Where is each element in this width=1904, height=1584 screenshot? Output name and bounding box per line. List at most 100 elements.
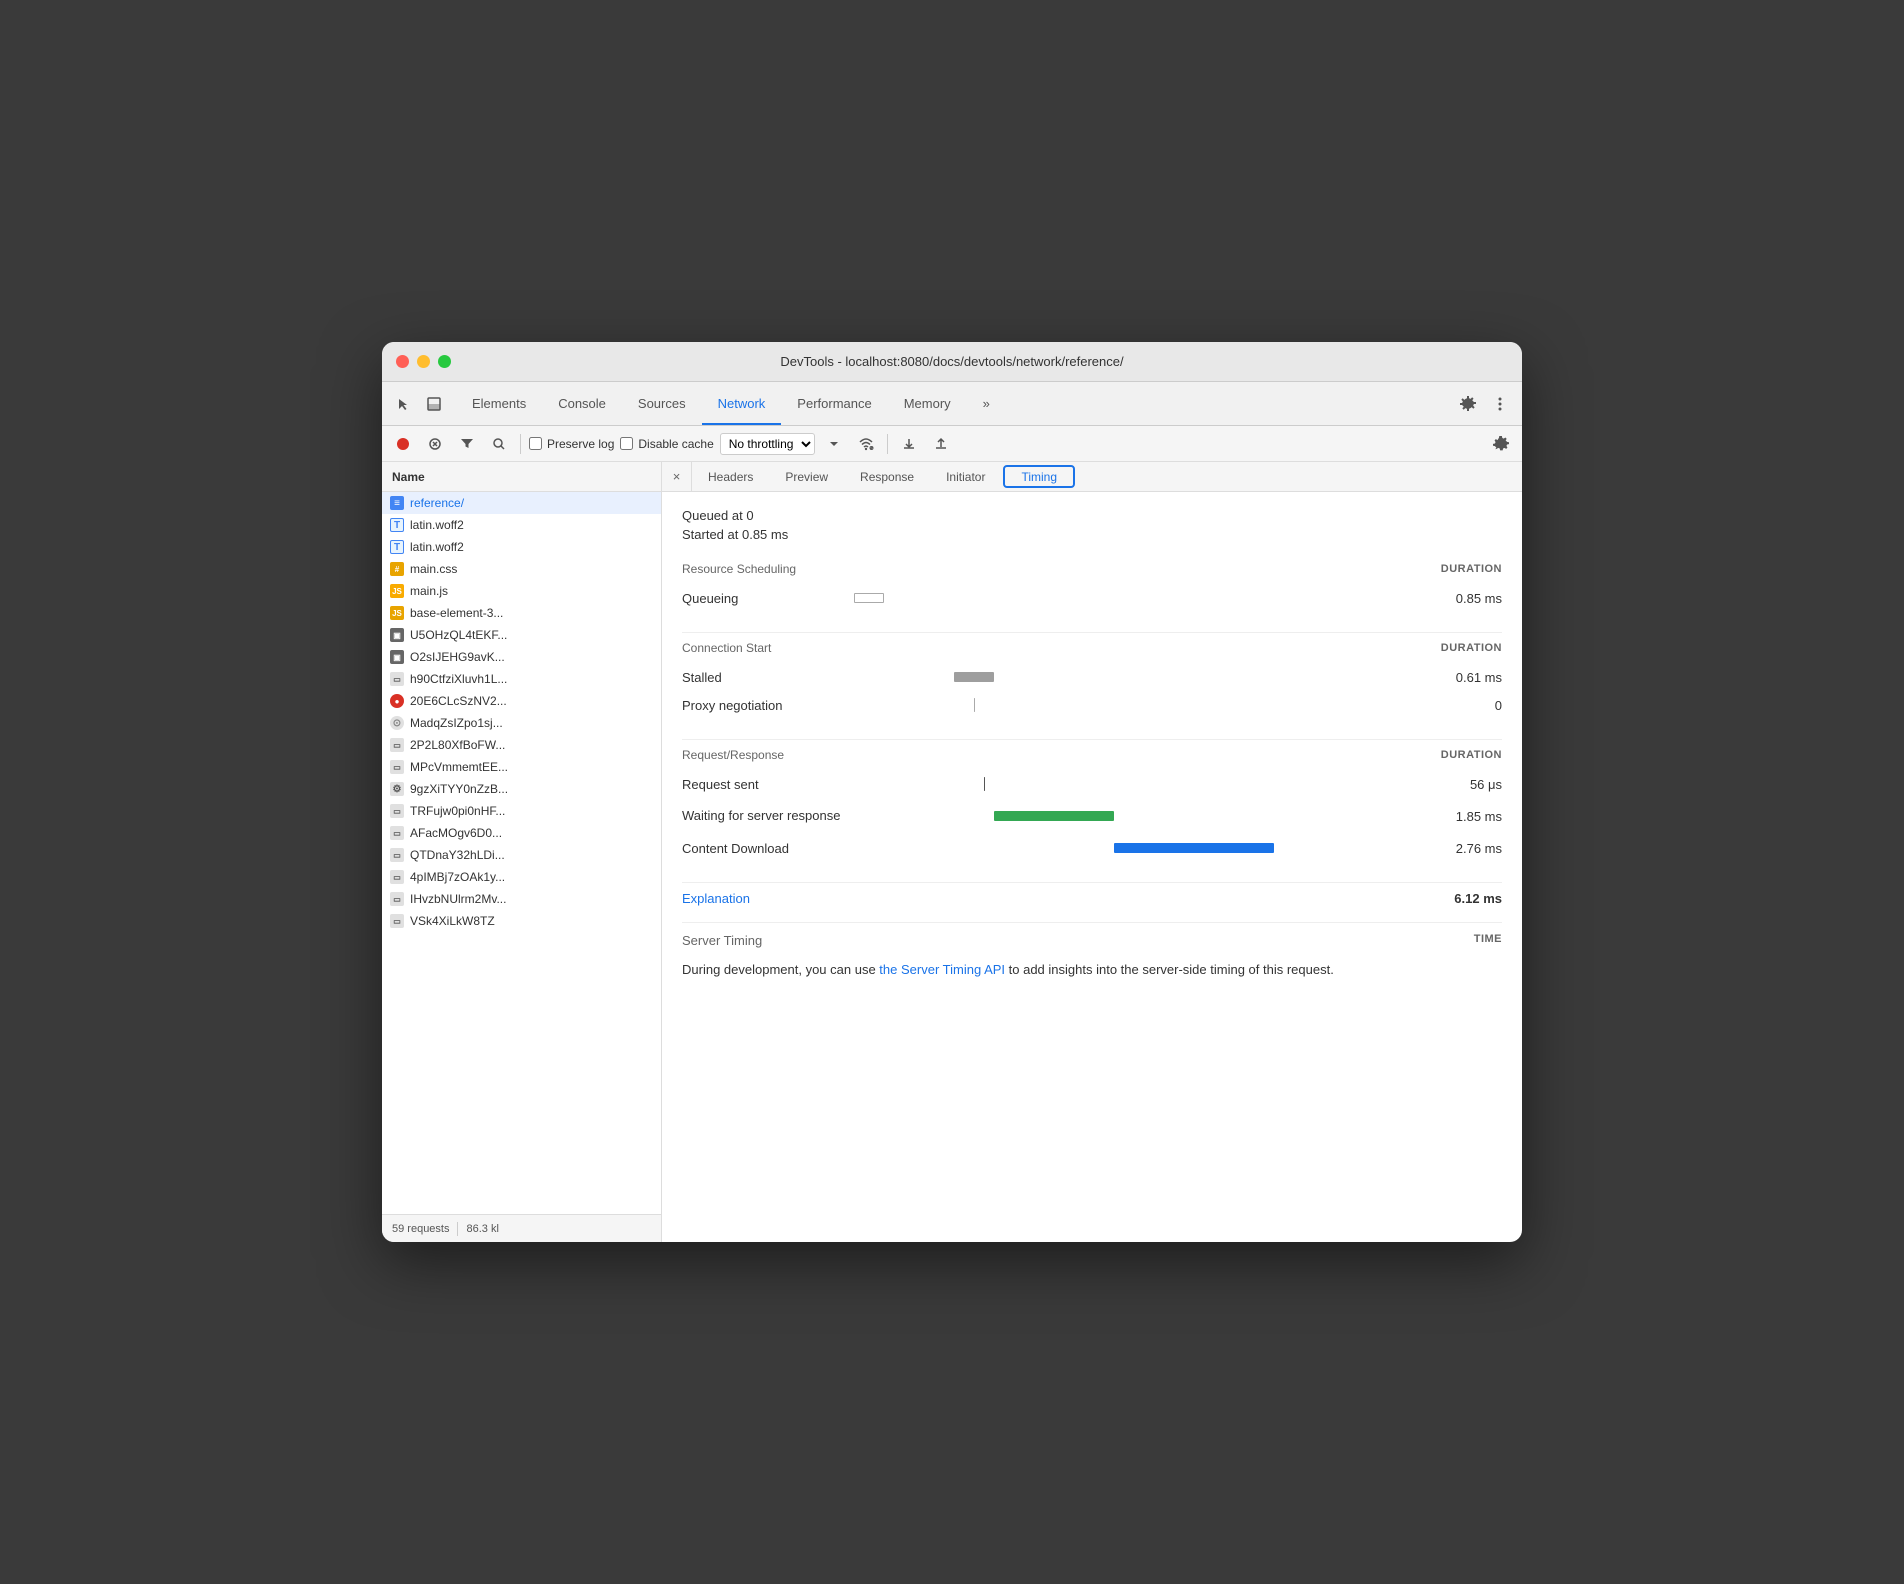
file-name: TRFujw0pi0nHF... xyxy=(410,804,505,818)
network-settings-icon[interactable] xyxy=(1488,431,1514,457)
file-name: IHvzbNUlrm2Mv... xyxy=(410,892,506,906)
sidebar-item[interactable]: ▭ 2P2L80XfBoFW... xyxy=(382,734,661,756)
import-icon[interactable] xyxy=(896,431,922,457)
tab-elements[interactable]: Elements xyxy=(456,382,542,425)
detail-tab-bar: × Headers Preview Response Initiator Tim… xyxy=(662,462,1522,492)
request-sent-duration: 56 μs xyxy=(1442,777,1502,792)
separator-4 xyxy=(682,922,1502,923)
sidebar-item[interactable]: T latin.woff2 xyxy=(382,514,661,536)
tab-timing[interactable]: Timing xyxy=(1003,465,1075,488)
sidebar-item[interactable]: ▣ U5OHzQL4tEKF... xyxy=(382,624,661,646)
resource-scheduling-header: Resource Scheduling DURATION xyxy=(682,562,1502,576)
server-timing-header: Server Timing TIME xyxy=(682,933,1502,948)
throttle-select[interactable]: No throttling xyxy=(720,433,815,455)
stalled-duration: 0.61 ms xyxy=(1442,670,1502,685)
sidebar-item[interactable]: ● 20E6CLcSzNV2... xyxy=(382,690,661,712)
waiting-label: Waiting for server response xyxy=(682,808,842,825)
sidebar-item[interactable]: ▣ O2sIJEHG9avK... xyxy=(382,646,661,668)
tab-response[interactable]: Response xyxy=(844,462,930,491)
tab-sources[interactable]: Sources xyxy=(622,382,702,425)
throttle-dropdown-icon[interactable] xyxy=(821,431,847,457)
file-name: 9gzXiTYY0nZzB... xyxy=(410,782,508,796)
tab-network[interactable]: Network xyxy=(702,382,782,425)
tab-console[interactable]: Console xyxy=(542,382,622,425)
main-area: Name ≡ reference/ T latin.woff2 T xyxy=(382,462,1522,1242)
detail-close-button[interactable]: × xyxy=(662,462,692,491)
sidebar-item[interactable]: ▭ MPcVmmemtEE... xyxy=(382,756,661,778)
img-icon: ● xyxy=(390,694,404,708)
sidebar-item[interactable]: ▭ IHvzbNUlrm2Mv... xyxy=(382,888,661,910)
close-button[interactable] xyxy=(396,355,409,368)
connection-start-title: Connection Start xyxy=(682,641,771,655)
tab-initiator[interactable]: Initiator xyxy=(930,462,1001,491)
request-sent-label: Request sent xyxy=(682,777,842,792)
tab-bar-left-icons xyxy=(390,390,448,418)
filter-icon[interactable] xyxy=(454,431,480,457)
file-name: U5OHzQL4tEKF... xyxy=(410,628,507,642)
minimize-button[interactable] xyxy=(417,355,430,368)
clear-button[interactable] xyxy=(422,431,448,457)
explanation-link[interactable]: Explanation xyxy=(682,891,750,906)
request-response-title: Request/Response xyxy=(682,748,784,762)
search-icon[interactable] xyxy=(486,431,512,457)
timing-row-queueing: Queueing 0.85 ms xyxy=(682,584,1502,612)
sidebar-item[interactable]: ▭ 4pIMBj7zOAk1y... xyxy=(382,866,661,888)
file-icon: ▭ xyxy=(390,826,404,840)
tab-headers[interactable]: Headers xyxy=(692,462,769,491)
tab-more[interactable]: » xyxy=(967,382,1006,425)
separator-2 xyxy=(682,739,1502,740)
file-name: latin.woff2 xyxy=(410,540,464,554)
waiting-duration: 1.85 ms xyxy=(1442,809,1502,824)
export-icon[interactable] xyxy=(928,431,954,457)
proxy-bar-container xyxy=(854,698,1430,712)
tab-performance[interactable]: Performance xyxy=(781,382,887,425)
file-icon: ⊙ xyxy=(390,716,404,730)
file-name: AFacMOgv6D0... xyxy=(410,826,502,840)
tab-preview[interactable]: Preview xyxy=(769,462,844,491)
file-icon: ▭ xyxy=(390,760,404,774)
preserve-log-checkbox-label[interactable]: Preserve log xyxy=(529,437,614,451)
sidebar-item[interactable]: ≡ reference/ xyxy=(382,492,661,514)
sidebar-item[interactable]: ▭ TRFujw0pi0nHF... xyxy=(382,800,661,822)
maximize-button[interactable] xyxy=(438,355,451,368)
img-icon: ▣ xyxy=(390,650,404,664)
file-name: 2P2L80XfBoFW... xyxy=(410,738,505,752)
network-toolbar: Preserve log Disable cache No throttling xyxy=(382,426,1522,462)
requests-count: 59 requests xyxy=(392,1223,449,1235)
connection-start-duration-label: DURATION xyxy=(1441,642,1502,654)
queueing-bar-container xyxy=(854,591,1430,605)
cursor-icon[interactable] xyxy=(390,390,418,418)
file-name: QTDnaY32hLDi... xyxy=(410,848,505,862)
tab-memory[interactable]: Memory xyxy=(888,382,967,425)
sidebar-item[interactable]: ▭ h90CtfziXluvh1L... xyxy=(382,668,661,690)
timing-meta: Queued at 0 Started at 0.85 ms xyxy=(682,508,1502,542)
sidebar-item[interactable]: ▭ AFacMOgv6D0... xyxy=(382,822,661,844)
sidebar-item[interactable]: # main.css xyxy=(382,558,661,580)
server-timing-api-link[interactable]: the Server Timing API xyxy=(879,962,1005,977)
server-timing-description: During development, you can use the Serv… xyxy=(682,960,1502,980)
request-response-header: Request/Response DURATION xyxy=(682,748,1502,762)
settings-icon[interactable] xyxy=(1454,390,1482,418)
content-download-duration: 2.76 ms xyxy=(1442,841,1502,856)
file-icon: ▭ xyxy=(390,672,404,686)
sidebar-item[interactable]: JS main.js xyxy=(382,580,661,602)
file-name: MadqZsIZpo1sj... xyxy=(410,716,503,730)
wifi-icon[interactable] xyxy=(853,431,879,457)
network-sidebar: Name ≡ reference/ T latin.woff2 T xyxy=(382,462,662,1242)
stalled-bar-container xyxy=(854,670,1430,684)
disable-cache-checkbox-label[interactable]: Disable cache xyxy=(620,437,713,451)
sidebar-item[interactable]: ⊙ MadqZsIZpo1sj... xyxy=(382,712,661,734)
disable-cache-checkbox[interactable] xyxy=(620,437,633,450)
sidebar-item[interactable]: ⚙ 9gzXiTYY0nZzB... xyxy=(382,778,661,800)
file-icon: ▭ xyxy=(390,738,404,752)
more-icon[interactable] xyxy=(1486,390,1514,418)
titlebar: DevTools - localhost:8080/docs/devtools/… xyxy=(382,342,1522,382)
sidebar-item[interactable]: ▭ QTDnaY32hLDi... xyxy=(382,844,661,866)
sidebar-item[interactable]: JS base-element-3... xyxy=(382,602,661,624)
record-button[interactable] xyxy=(390,431,416,457)
preserve-log-checkbox[interactable] xyxy=(529,437,542,450)
sidebar-item[interactable]: ▭ VSk4XiLkW8TZ xyxy=(382,910,661,932)
devtools-window: DevTools - localhost:8080/docs/devtools/… xyxy=(382,342,1522,1242)
dock-icon[interactable] xyxy=(420,390,448,418)
sidebar-item[interactable]: T latin.woff2 xyxy=(382,536,661,558)
